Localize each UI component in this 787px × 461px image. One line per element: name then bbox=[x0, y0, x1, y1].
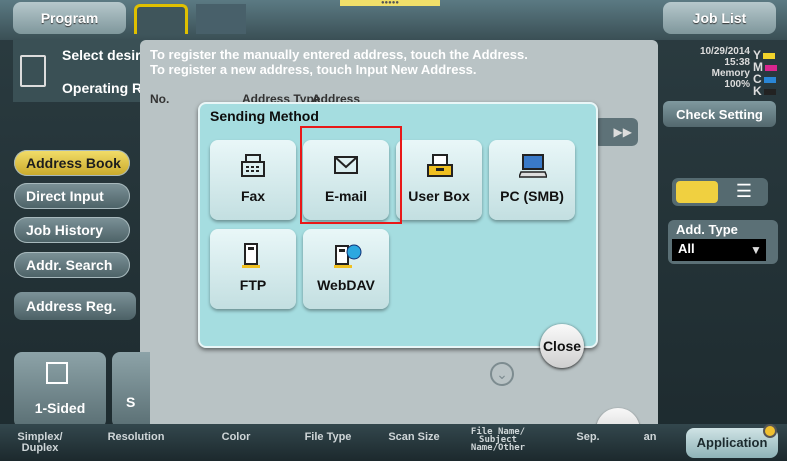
chevron-down-icon: ▼ bbox=[750, 243, 762, 257]
tile-label: Fax bbox=[240, 188, 266, 204]
toner-bar bbox=[763, 52, 776, 59]
sidebar-item-addr-search[interactable]: Addr. Search bbox=[14, 252, 130, 278]
bottom-tab-line1: an bbox=[643, 431, 657, 443]
bottom-tab[interactable]: File Type bbox=[288, 432, 368, 443]
operating-text: Operating R bbox=[62, 80, 143, 96]
job-list-button[interactable]: Job List bbox=[663, 2, 776, 34]
tile-label: FTP bbox=[239, 277, 267, 293]
bottom-tab-line1: Scan Size bbox=[388, 431, 440, 443]
toner-bar bbox=[765, 64, 777, 71]
address-reg-button[interactable]: Address Reg. bbox=[14, 292, 136, 320]
sending-method-fax[interactable]: Fax bbox=[210, 140, 296, 220]
resolution-partial: S bbox=[126, 394, 136, 410]
check-setting-button[interactable]: Check Setting bbox=[663, 101, 776, 127]
document-icon bbox=[20, 55, 46, 87]
screen: Program ●●●●● Job List Select desire Ope… bbox=[0, 0, 787, 461]
status-time: 15:38 bbox=[724, 57, 750, 68]
edit-tab[interactable] bbox=[196, 4, 246, 34]
tile-label: WebDAV bbox=[317, 277, 375, 293]
bottom-tab[interactable]: Resolution bbox=[96, 432, 176, 443]
dialog-close-button[interactable]: Close bbox=[540, 324, 584, 368]
bottom-tab[interactable]: Color bbox=[196, 432, 276, 443]
sending-method-webdav[interactable]: WebDAV bbox=[303, 229, 389, 309]
bottom-tab-line2: Duplex bbox=[21, 442, 59, 454]
sending-method-pc-smb[interactable]: PC (SMB) bbox=[489, 140, 575, 220]
select-text: Select desire bbox=[62, 47, 149, 63]
status-dot bbox=[763, 424, 777, 438]
bottom-tab[interactable]: Simplex/Duplex bbox=[0, 432, 80, 454]
program-button[interactable]: Program bbox=[13, 2, 126, 34]
bottom-tab[interactable]: File Name/Subject Name/Other bbox=[458, 428, 538, 453]
sheet-message: To register the manually entered address… bbox=[150, 47, 528, 77]
bottom-tab[interactable]: Scan Size bbox=[374, 432, 454, 443]
sending-method-user-box[interactable]: User Box bbox=[396, 140, 482, 220]
sheet-message-line2: To register a new address, touch Input N… bbox=[150, 62, 477, 77]
status-date: 10/29/2014 bbox=[699, 46, 750, 57]
col-no: No. bbox=[150, 92, 170, 106]
next-page-button[interactable]: ▶▶ bbox=[594, 118, 638, 146]
center-indicator: ●●●●● bbox=[340, 0, 440, 6]
sending-method-ftp[interactable]: FTP bbox=[210, 229, 296, 309]
sheet-message-line1: To register the manually entered address… bbox=[150, 47, 528, 62]
toner-bar bbox=[763, 88, 776, 95]
one-sided-label: 1-Sided bbox=[34, 400, 86, 416]
toner-k: K bbox=[753, 84, 777, 98]
sidebar-item-direct-input[interactable]: Direct Input bbox=[14, 183, 130, 209]
toner-bar bbox=[763, 76, 776, 83]
bottom-tab[interactable]: an bbox=[610, 432, 690, 443]
dialog-title: Sending Method bbox=[210, 108, 319, 124]
tile-label: PC (SMB) bbox=[500, 188, 564, 204]
bottom-tab-line1: Color bbox=[221, 431, 251, 443]
sidebar-item-address-book[interactable]: Address Book bbox=[14, 150, 130, 176]
bottom-tab-line1: File Type bbox=[304, 431, 352, 443]
grid-view-button[interactable] bbox=[676, 181, 718, 203]
one-sided-icon bbox=[46, 362, 68, 384]
copy-tab[interactable] bbox=[134, 4, 188, 34]
toner-letter: K bbox=[753, 84, 762, 98]
tile-label: User Box bbox=[408, 188, 470, 204]
list-view-button[interactable]: ☰ bbox=[724, 181, 764, 203]
memory-value: 100% bbox=[724, 79, 750, 90]
bottom-tab-line1: Resolution bbox=[107, 431, 165, 443]
resolution-button[interactable] bbox=[112, 352, 150, 428]
memory-label: Memory bbox=[711, 68, 750, 79]
selection-highlight bbox=[300, 126, 402, 224]
scroll-down-icon[interactable]: ⌄ bbox=[490, 362, 514, 386]
sidebar-item-job-history[interactable]: Job History bbox=[14, 217, 130, 243]
bottom-tab-line3: Name/Other bbox=[470, 443, 526, 453]
add-type-label: Add. Type bbox=[676, 222, 738, 237]
